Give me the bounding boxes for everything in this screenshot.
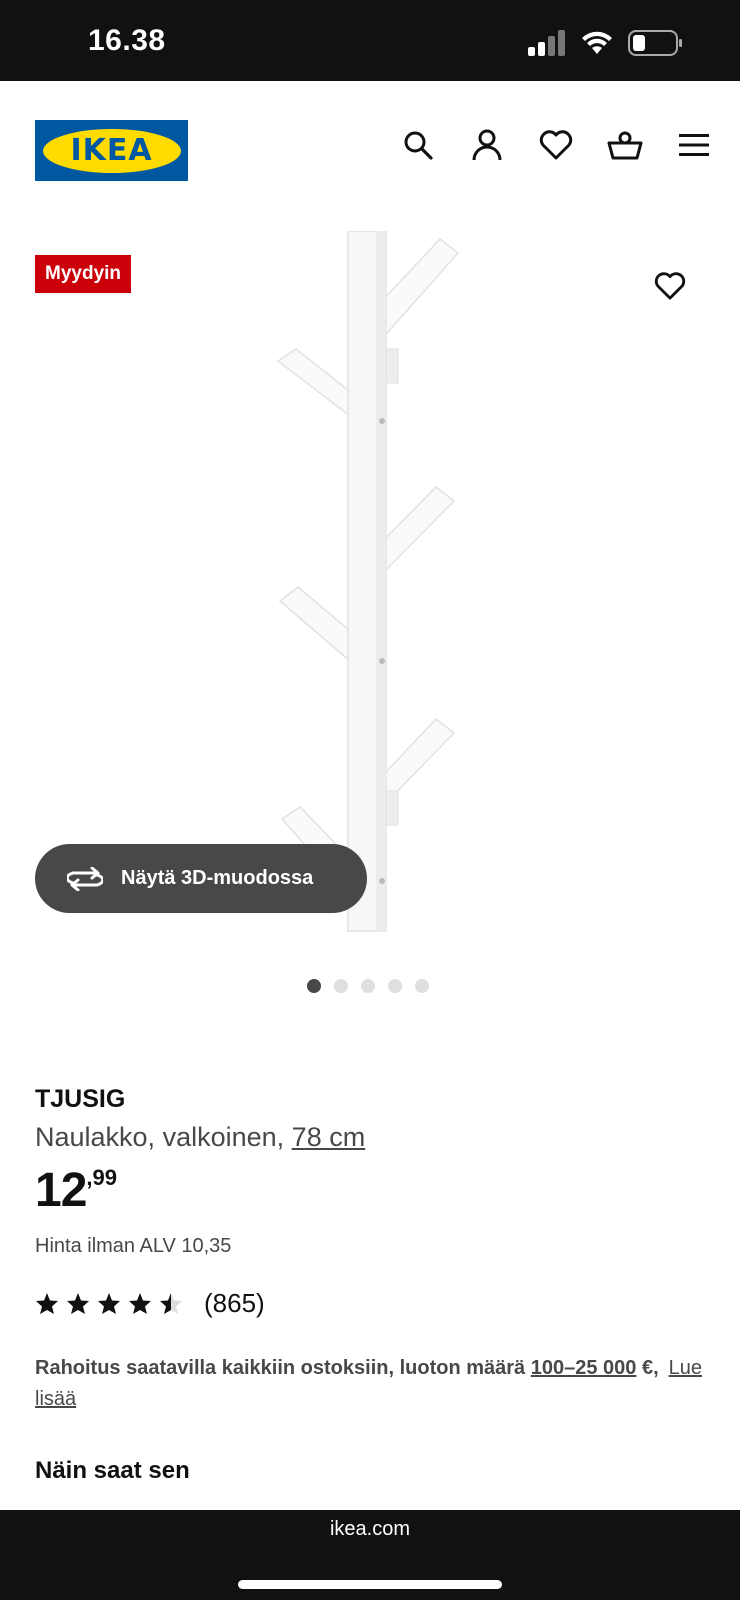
star-icon [98,1293,120,1314]
view-in-3d-button[interactable]: Näytä 3D-muodossa [35,844,367,913]
menu-icon [679,134,709,156]
bestseller-badge: Myydyin [35,255,132,293]
price-integer: 12 [35,1164,87,1217]
product-image-gallery[interactable]: Myydyin Näytä 3D-muodossa [0,221,740,1011]
price-decimal: ,99 [86,1165,117,1190]
product-type: Naulakko, valkoinen, [35,1122,285,1152]
basket-icon [607,131,643,160]
financing-suffix: €, [641,1357,659,1379]
rotate-3d-icon [67,866,103,891]
financing-info: Rahoitus saatavilla kaikkiin ostoksiin, … [35,1353,715,1415]
header-nav [400,127,712,163]
financing-range: 100–25 000 [530,1357,637,1379]
size-link[interactable]: 78 cm [292,1122,366,1152]
rating-count: (865) [204,1288,265,1318]
product-description: Naulakko, valkoinen, 78 cm [35,1122,715,1153]
price-without-vat: Hinta ilman ALV 10,35 [35,1235,232,1257]
browser-bar: ikea.com [0,1510,740,1600]
wifi-icon [582,31,612,54]
heart-icon [539,130,573,160]
battery-icon [628,30,682,56]
ikea-logo[interactable]: IKEA [35,120,188,181]
heart-icon [654,272,686,300]
star-icon [129,1293,151,1314]
carousel-dots [307,979,429,993]
account-button[interactable] [469,127,505,163]
view-in-3d-label: Näytä 3D-muodossa [121,867,314,889]
product-price: 12 ,99 [35,1164,715,1217]
search-button[interactable] [400,127,436,163]
logo-text: IKEA [70,133,153,168]
browser-url[interactable]: ikea.com [0,1518,740,1541]
financing-text: Rahoitus saatavilla kaikkiin ostoksiin, … [35,1357,526,1379]
account-icon [472,129,502,161]
signal-icon [528,30,565,56]
product-name: TJUSIG [35,1085,126,1113]
add-to-favourites-button[interactable] [650,266,690,306]
carousel-dot[interactable] [388,979,402,993]
basket-button[interactable] [607,127,643,163]
home-indicator[interactable] [238,1580,502,1589]
logo-oval: IKEA [42,128,181,173]
favourites-button[interactable] [538,127,574,163]
carousel-dot[interactable] [361,979,375,993]
carousel-dot[interactable] [307,979,321,993]
delivery-heading: Näin saat sen [35,1457,190,1484]
status-time: 16.38 [88,24,166,57]
search-icon [404,131,433,160]
star-icon [36,1293,58,1314]
carousel-dot[interactable] [334,979,348,993]
site-header: IKEA [0,81,740,221]
menu-button[interactable] [676,127,712,163]
product-image [276,231,460,932]
carousel-dot[interactable] [415,979,429,993]
product-rating[interactable]: (865) [35,1288,715,1319]
half-star-icon [160,1293,182,1314]
status-icons [528,30,684,56]
product-info: TJUSIG Naulakko, valkoinen, 78 cm 12 ,99… [35,1085,715,1485]
status-bar: 16.38 [0,0,740,81]
star-icon [67,1293,89,1314]
